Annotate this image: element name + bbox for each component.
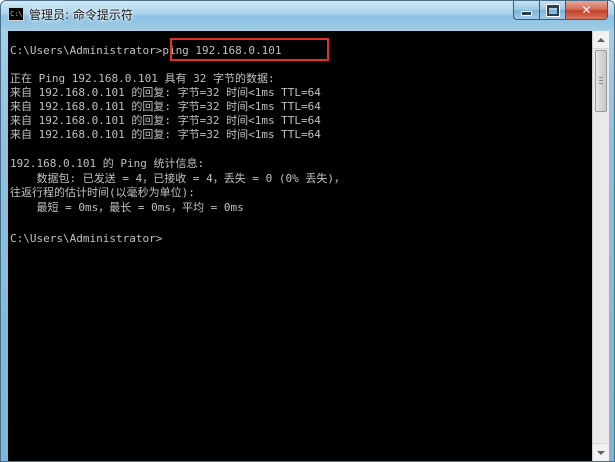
- console-line-reply: 来自 192.168.0.101 的回复: 字节=32 时间<1ms TTL=6…: [10, 86, 321, 99]
- console-line-packets: 数据包: 已发送 = 4，已接收 = 4，丢失 = 0 (0% 丢失)，: [10, 172, 345, 185]
- vertical-scrollbar[interactable]: [592, 31, 609, 461]
- close-icon: ✕: [581, 3, 592, 17]
- scroll-down-button[interactable]: [593, 443, 609, 461]
- title-bar[interactable]: C:\ 管理员: 命令提示符 ✕: [1, 1, 614, 29]
- scrollbar-thumb[interactable]: [595, 50, 607, 112]
- arrow-down-icon: [597, 450, 605, 455]
- grip-line: [599, 77, 603, 78]
- console-line-stats-header: 192.168.0.101 的 Ping 统计信息:: [10, 157, 205, 170]
- grip-line: [599, 83, 603, 84]
- maximize-button[interactable]: [539, 1, 565, 20]
- command-prompt-window: C:\ 管理员: 命令提示符 ✕ C:\Users\Administrator>…: [0, 0, 615, 462]
- console-line-rtt-values: 最短 = 0ms，最长 = 0ms，平均 = 0ms: [10, 201, 244, 214]
- maximize-icon: [545, 3, 560, 17]
- arrow-up-icon: [597, 37, 605, 42]
- console-line-prompt: C:\Users\Administrator>: [10, 232, 163, 245]
- console-line-reply: 来自 192.168.0.101 的回复: 字节=32 时间<1ms TTL=6…: [10, 114, 321, 127]
- command-highlight-box: [170, 38, 329, 61]
- window-title: 管理员: 命令提示符: [29, 8, 133, 22]
- window-controls: ✕: [513, 1, 608, 20]
- minimize-button[interactable]: [513, 1, 539, 20]
- grip-line: [599, 80, 603, 81]
- close-button[interactable]: ✕: [565, 1, 608, 20]
- console-output[interactable]: C:\Users\Administrator>ping 192.168.0.10…: [8, 31, 592, 461]
- console-line-ping-header: 正在 Ping 192.168.0.101 具有 32 字节的数据:: [10, 72, 275, 85]
- console-line-reply: 来自 192.168.0.101 的回复: 字节=32 时间<1ms TTL=6…: [10, 100, 321, 113]
- console-line-reply: 来自 192.168.0.101 的回复: 字节=32 时间<1ms TTL=6…: [10, 128, 321, 141]
- console-line-rtt-header: 往返行程的估计时间(以毫秒为单位):: [10, 186, 195, 199]
- scroll-up-button[interactable]: [593, 31, 609, 49]
- minimize-icon: [521, 10, 532, 16]
- cmd-window-icon[interactable]: C:\: [8, 7, 24, 21]
